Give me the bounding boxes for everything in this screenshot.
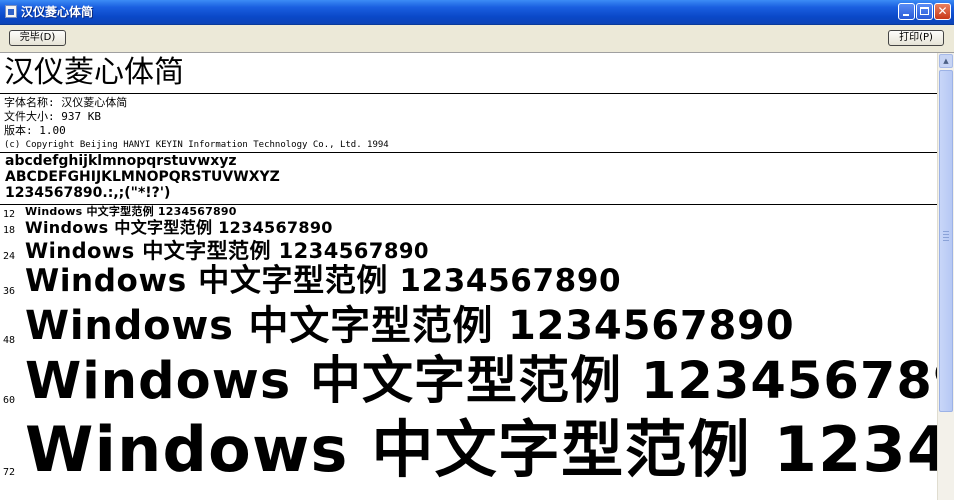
sample-line-72: Windows 中文字型范例 1234567890 [25, 413, 937, 486]
sample-line-12: Windows 中文字型范例 1234567890 [25, 205, 237, 218]
print-button[interactable]: 打印(P) [888, 30, 944, 46]
sample-size-label: 36 [3, 286, 16, 297]
copyright-line: (c) Copyright Beijing HANYI KEYIN Inform… [4, 140, 389, 150]
file-size-line: 文件大小: 937 KB [4, 110, 101, 123]
sample-size-label: 72 [3, 467, 16, 478]
scroll-up-button[interactable]: ▲ [939, 54, 953, 68]
sample-size-label: 48 [3, 335, 16, 346]
font-preview-area: 汉仪菱心体简 字体名称: 汉仪菱心体简 文件大小: 937 KB 版本: 1.0… [0, 53, 937, 500]
sample-line-60: Windows 中文字型范例 1234567890 [25, 352, 937, 411]
font-file-icon [5, 5, 17, 18]
maximize-button[interactable] [916, 3, 933, 20]
font-display-name: 汉仪菱心体简 [4, 55, 184, 90]
sample-size-label: 60 [3, 395, 16, 406]
minimize-icon [903, 14, 909, 16]
close-icon: ✕ [937, 4, 948, 18]
sample-line-18: Windows 中文字型范例 1234567890 [25, 218, 333, 237]
uppercase-charset: ABCDEFGHIJKLMNOPQRSTUVWXYZ [5, 169, 280, 185]
divider [0, 93, 937, 94]
close-button[interactable]: ✕ [934, 3, 951, 20]
window-title: 汉仪菱心体简 [21, 5, 94, 19]
toolbar: 完毕(D) 打印(P) [0, 25, 954, 53]
digits-punctuation-charset: 1234567890.:,;("*!?') [5, 185, 171, 201]
arrow-up-icon: ▲ [943, 57, 949, 65]
grip-icon [943, 231, 949, 232]
sample-line-36: Windows 中文字型范例 1234567890 [25, 263, 622, 299]
sample-size-label: 12 [3, 209, 16, 220]
vertical-scrollbar[interactable]: ▲ [937, 53, 954, 500]
minimize-button[interactable] [898, 3, 915, 20]
sample-size-label: 18 [3, 225, 16, 236]
title-bar[interactable]: 汉仪菱心体简 ✕ [0, 0, 954, 25]
sample-line-24: Windows 中文字型范例 1234567890 [25, 239, 429, 263]
sample-line-48: Windows 中文字型范例 1234567890 [25, 303, 795, 349]
maximize-icon [920, 7, 929, 15]
version-line: 版本: 1.00 [4, 124, 66, 137]
scrollbar-thumb[interactable] [939, 70, 953, 412]
font-name-line: 字体名称: 汉仪菱心体简 [4, 96, 128, 109]
done-button[interactable]: 完毕(D) [9, 30, 66, 46]
lowercase-charset: abcdefghijklmnopqrstuvwxyz [5, 153, 237, 169]
sample-size-label: 24 [3, 251, 16, 262]
